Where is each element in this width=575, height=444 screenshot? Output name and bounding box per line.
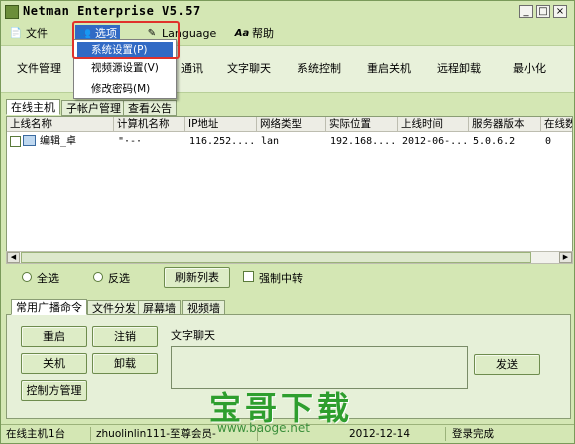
scroll-thumb[interactable]	[21, 252, 531, 263]
scroll-right-icon[interactable]: ▶	[559, 252, 572, 263]
status-date: 2012-12-14	[346, 427, 446, 441]
host-table: 上线名称 计算机名称 IP地址 网络类型 实际位置 上线时间 服务器版本 在线数…	[6, 116, 573, 261]
restart-shutdown-button[interactable]: 重启关机	[367, 60, 411, 76]
options-icon: 👥	[78, 27, 92, 39]
uninstall-button[interactable]: 卸载	[92, 353, 158, 374]
communication-button[interactable]: 通讯	[181, 60, 203, 76]
row-checkbox[interactable]	[10, 136, 21, 147]
status-login: 登录完成	[452, 428, 494, 440]
file-manager-button[interactable]: 文件管理	[17, 60, 61, 76]
invert-label: 反选	[108, 272, 130, 285]
menu-help-label: 帮助	[252, 27, 274, 40]
menu-help[interactable]: Aa 帮助	[235, 25, 274, 41]
help-icon: Aa	[234, 27, 250, 39]
force-relay-checkbox[interactable]	[243, 271, 254, 282]
text-chat-label: 文字聊天	[171, 329, 215, 342]
menu-file-label: 文件	[26, 27, 48, 40]
options-dropdown: 系统设置(P) 视频源设置(V) 修改密码(M)	[73, 39, 177, 99]
system-settings-item[interactable]: 系统设置(P)	[77, 42, 173, 59]
scroll-left-icon[interactable]: ◀	[7, 252, 20, 263]
minimize-button[interactable]: _	[519, 5, 533, 18]
cell: 192.168....	[330, 136, 397, 147]
document-icon: 📄	[9, 27, 23, 39]
text-chat-button[interactable]: 文字聊天	[227, 60, 271, 76]
status-online-count: 在线主机1台	[3, 427, 91, 441]
cell: 0	[545, 136, 552, 147]
maximize-button[interactable]: □	[536, 5, 550, 18]
cell: lan	[261, 136, 280, 147]
window-title: Netman Enterprise V5.57	[23, 4, 201, 18]
horizontal-scrollbar[interactable]: ◀ ▶	[6, 251, 573, 264]
cell: 编辑_卓	[40, 136, 77, 147]
remote-uninstall-button[interactable]: 远程卸载	[437, 60, 481, 76]
column-header[interactable]: 计算机名称	[114, 117, 185, 132]
column-header[interactable]: IP地址	[185, 117, 257, 132]
column-header[interactable]: 上线名称	[7, 117, 114, 132]
select-all-radio[interactable]	[22, 272, 32, 282]
column-header[interactable]: 在线数	[541, 117, 572, 132]
language-icon: ✎	[147, 27, 157, 39]
invert-radio[interactable]	[93, 272, 103, 282]
shutdown-button[interactable]: 关机	[21, 353, 87, 374]
cell: 116.252....	[189, 136, 256, 147]
close-button[interactable]: ×	[553, 5, 567, 18]
title-bar: Netman Enterprise V5.57 _ □ ×	[1, 1, 574, 23]
tab-sub-accounts[interactable]: 子帐户管理	[61, 100, 126, 116]
cell: 2012-06-...	[402, 136, 469, 147]
menu-file[interactable]: 📄 文件	[9, 25, 48, 41]
tab-announcements[interactable]: 查看公告	[123, 100, 177, 116]
column-header[interactable]: 网络类型	[257, 117, 326, 132]
tab-online-hosts[interactable]: 在线主机	[6, 99, 60, 115]
video-source-settings-item[interactable]: 视频源设置(V)	[77, 60, 173, 77]
logout-button[interactable]: 注销	[92, 326, 158, 347]
system-control-button[interactable]: 系统控制	[297, 60, 341, 76]
controller-management-button[interactable]: 控制方管理	[21, 380, 87, 401]
watermark-url: www.baoge.net	[217, 421, 310, 435]
column-header[interactable]: 服务器版本	[469, 117, 541, 132]
change-password-item[interactable]: 修改密码(M)	[77, 81, 173, 98]
send-button[interactable]: 发送	[474, 354, 540, 375]
menu-language-label: Language	[162, 26, 217, 40]
force-relay-label: 强制中转	[259, 272, 303, 285]
app-window: Netman Enterprise V5.57 _ □ × 📄 文件 👥 选项 …	[0, 0, 575, 444]
column-header[interactable]: 上线时间	[398, 117, 469, 132]
select-all-label: 全选	[37, 272, 59, 285]
column-header[interactable]: 实际位置	[326, 117, 398, 132]
computer-icon	[23, 135, 36, 146]
minimize-tool-button[interactable]: 最小化	[513, 60, 546, 76]
cell: "·-·	[118, 136, 143, 147]
refresh-list-button[interactable]: 刷新列表	[164, 267, 230, 288]
app-icon	[5, 5, 19, 19]
cell: 5.0.6.2	[473, 136, 516, 147]
restart-button[interactable]: 重启	[21, 326, 87, 347]
tab-broadcast-commands[interactable]: 常用广播命令	[11, 299, 87, 315]
